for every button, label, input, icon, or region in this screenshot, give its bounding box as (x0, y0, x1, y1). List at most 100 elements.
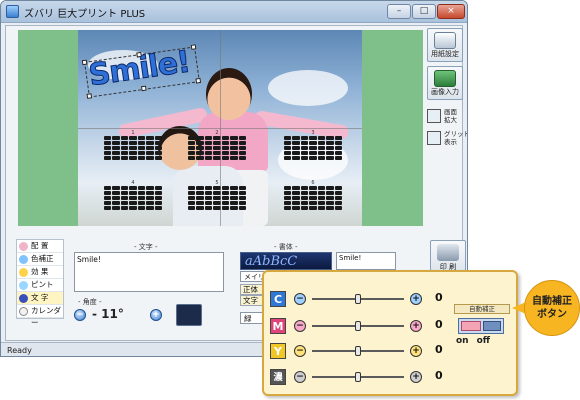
calendar-day-cell (104, 156, 112, 160)
calendar-day-cell (238, 191, 246, 195)
calendar-day-cell (146, 136, 154, 140)
calendar-day-cell (137, 201, 146, 205)
resize-handle[interactable] (140, 85, 147, 92)
yellow-minus-button[interactable]: − (294, 345, 306, 357)
calendar-day-cell (230, 156, 238, 160)
image-input-icon (434, 70, 456, 87)
menu-item-layout[interactable]: 配 置 (17, 240, 63, 253)
calendar-day-cell (326, 196, 334, 200)
density-thumb[interactable] (355, 372, 361, 382)
calendar-day-cell (326, 186, 334, 190)
calendar-day-cell (292, 141, 300, 145)
calendar-day-cell (284, 136, 292, 140)
calendar-day-cell (326, 201, 334, 205)
calendar-day-cell (238, 156, 246, 160)
resize-handle[interactable] (195, 77, 202, 84)
calendar-day-cell (120, 156, 129, 160)
angle-section-header: - 角度 - (78, 298, 102, 306)
calendar-day-cell (300, 186, 309, 190)
menu-item-text[interactable]: 文 字 (17, 292, 63, 305)
calendar-day-cell (112, 186, 120, 190)
calendar-day-cell (326, 156, 334, 160)
close-button[interactable]: × (437, 4, 465, 19)
angle-decrease-button[interactable]: − (74, 309, 86, 321)
menu-item-effect[interactable]: 効 果 (17, 266, 63, 279)
rotate-icon[interactable] (176, 304, 202, 326)
menu-item-focus[interactable]: ピント (17, 279, 63, 292)
grid-display-button[interactable]: グリッド 表示 (427, 130, 467, 148)
color-correction-icon (19, 255, 28, 264)
yellow-thumb[interactable] (355, 346, 361, 356)
resize-handle[interactable] (190, 44, 197, 50)
photo-image[interactable]: 1 2 3 4 5 6 Smile! (78, 30, 362, 226)
calendar-day-cell (221, 151, 230, 155)
calendar-day-cell (292, 206, 300, 210)
calendar-day-cell (334, 156, 342, 160)
auto-off-button[interactable] (483, 321, 501, 331)
calendar-day-cell (129, 146, 137, 150)
density-slider[interactable] (312, 372, 404, 382)
calendar-day-cell (292, 136, 300, 140)
calendar-day-cell (188, 151, 196, 155)
cyan-slider[interactable] (312, 294, 404, 304)
calendar-day-cell (309, 191, 317, 195)
auto-correction-toggle[interactable] (458, 318, 504, 334)
print-button[interactable]: 印 刷 (430, 240, 466, 274)
zoom-button[interactable]: 画面 拡大 (427, 108, 467, 126)
magenta-plus-button[interactable]: + (410, 320, 422, 332)
cyan-minus-button[interactable]: − (294, 293, 306, 305)
calendar-day-cell (300, 206, 309, 210)
yellow-slider[interactable] (312, 346, 404, 356)
image-input-button[interactable]: 画像入力 (427, 66, 463, 100)
print-canvas[interactable]: 1 2 3 4 5 6 Smile! (18, 30, 423, 226)
calendar-day-cell (154, 141, 162, 145)
calendar-icon (19, 307, 28, 316)
magenta-slider[interactable] (312, 321, 404, 331)
magenta-thumb[interactable] (355, 321, 361, 331)
focus-icon (19, 281, 28, 290)
density-minus-button[interactable]: − (294, 371, 306, 383)
text-input[interactable]: Smile! (74, 252, 224, 292)
calendar-day-cell (129, 151, 137, 155)
auto-on-button[interactable] (461, 321, 481, 331)
calendar-day-cell (129, 136, 137, 140)
menu-item-calendar[interactable]: カレンダー (17, 305, 63, 327)
yellow-plus-button[interactable]: + (410, 345, 422, 357)
calendar-day-cell (221, 191, 230, 195)
menu-item-color-correction[interactable]: 色補正 (17, 253, 63, 266)
calendar-day-cell (146, 156, 154, 160)
layout-icon (19, 242, 28, 251)
cyan-plus-button[interactable]: + (410, 293, 422, 305)
calendar-month: 6 (282, 180, 344, 218)
magenta-minus-button[interactable]: − (294, 320, 306, 332)
calendar-day-cell (230, 191, 238, 195)
calendar-day-cell (309, 146, 317, 150)
calendar-day-cell (221, 206, 230, 210)
calendar-day-cell (230, 186, 238, 190)
calendar-day-cell (129, 196, 137, 200)
angle-increase-button[interactable]: + (150, 309, 162, 321)
calendar-day-cell (334, 191, 342, 195)
calendar-day-cell (154, 206, 162, 210)
resize-handle[interactable] (136, 51, 142, 58)
calendar-day-cell (230, 196, 238, 200)
calendar-day-cell (317, 146, 326, 150)
calendar-day-cell (188, 191, 196, 195)
maximize-button[interactable]: □ (412, 4, 436, 19)
resize-handle[interactable] (81, 59, 88, 66)
resize-handle[interactable] (86, 93, 93, 99)
text-line-field[interactable]: Smile! (336, 252, 396, 270)
calendar-day-cell (112, 146, 120, 150)
minimize-button[interactable]: – (387, 4, 411, 19)
calendar-day-cell (334, 136, 342, 140)
density-plus-button[interactable]: + (410, 371, 422, 383)
font-preview[interactable]: aAbBcC (240, 252, 332, 270)
calendar-day-cell (204, 151, 213, 155)
calendar-day-cell (309, 156, 317, 160)
cyan-thumb[interactable] (355, 294, 361, 304)
calendar-day-cell (221, 186, 230, 190)
calendar-day-cell (120, 191, 129, 195)
calendar-day-cell (137, 156, 146, 160)
paper-settings-button[interactable]: 用紙設定 (427, 28, 463, 62)
calendar-day-cell (284, 206, 292, 210)
